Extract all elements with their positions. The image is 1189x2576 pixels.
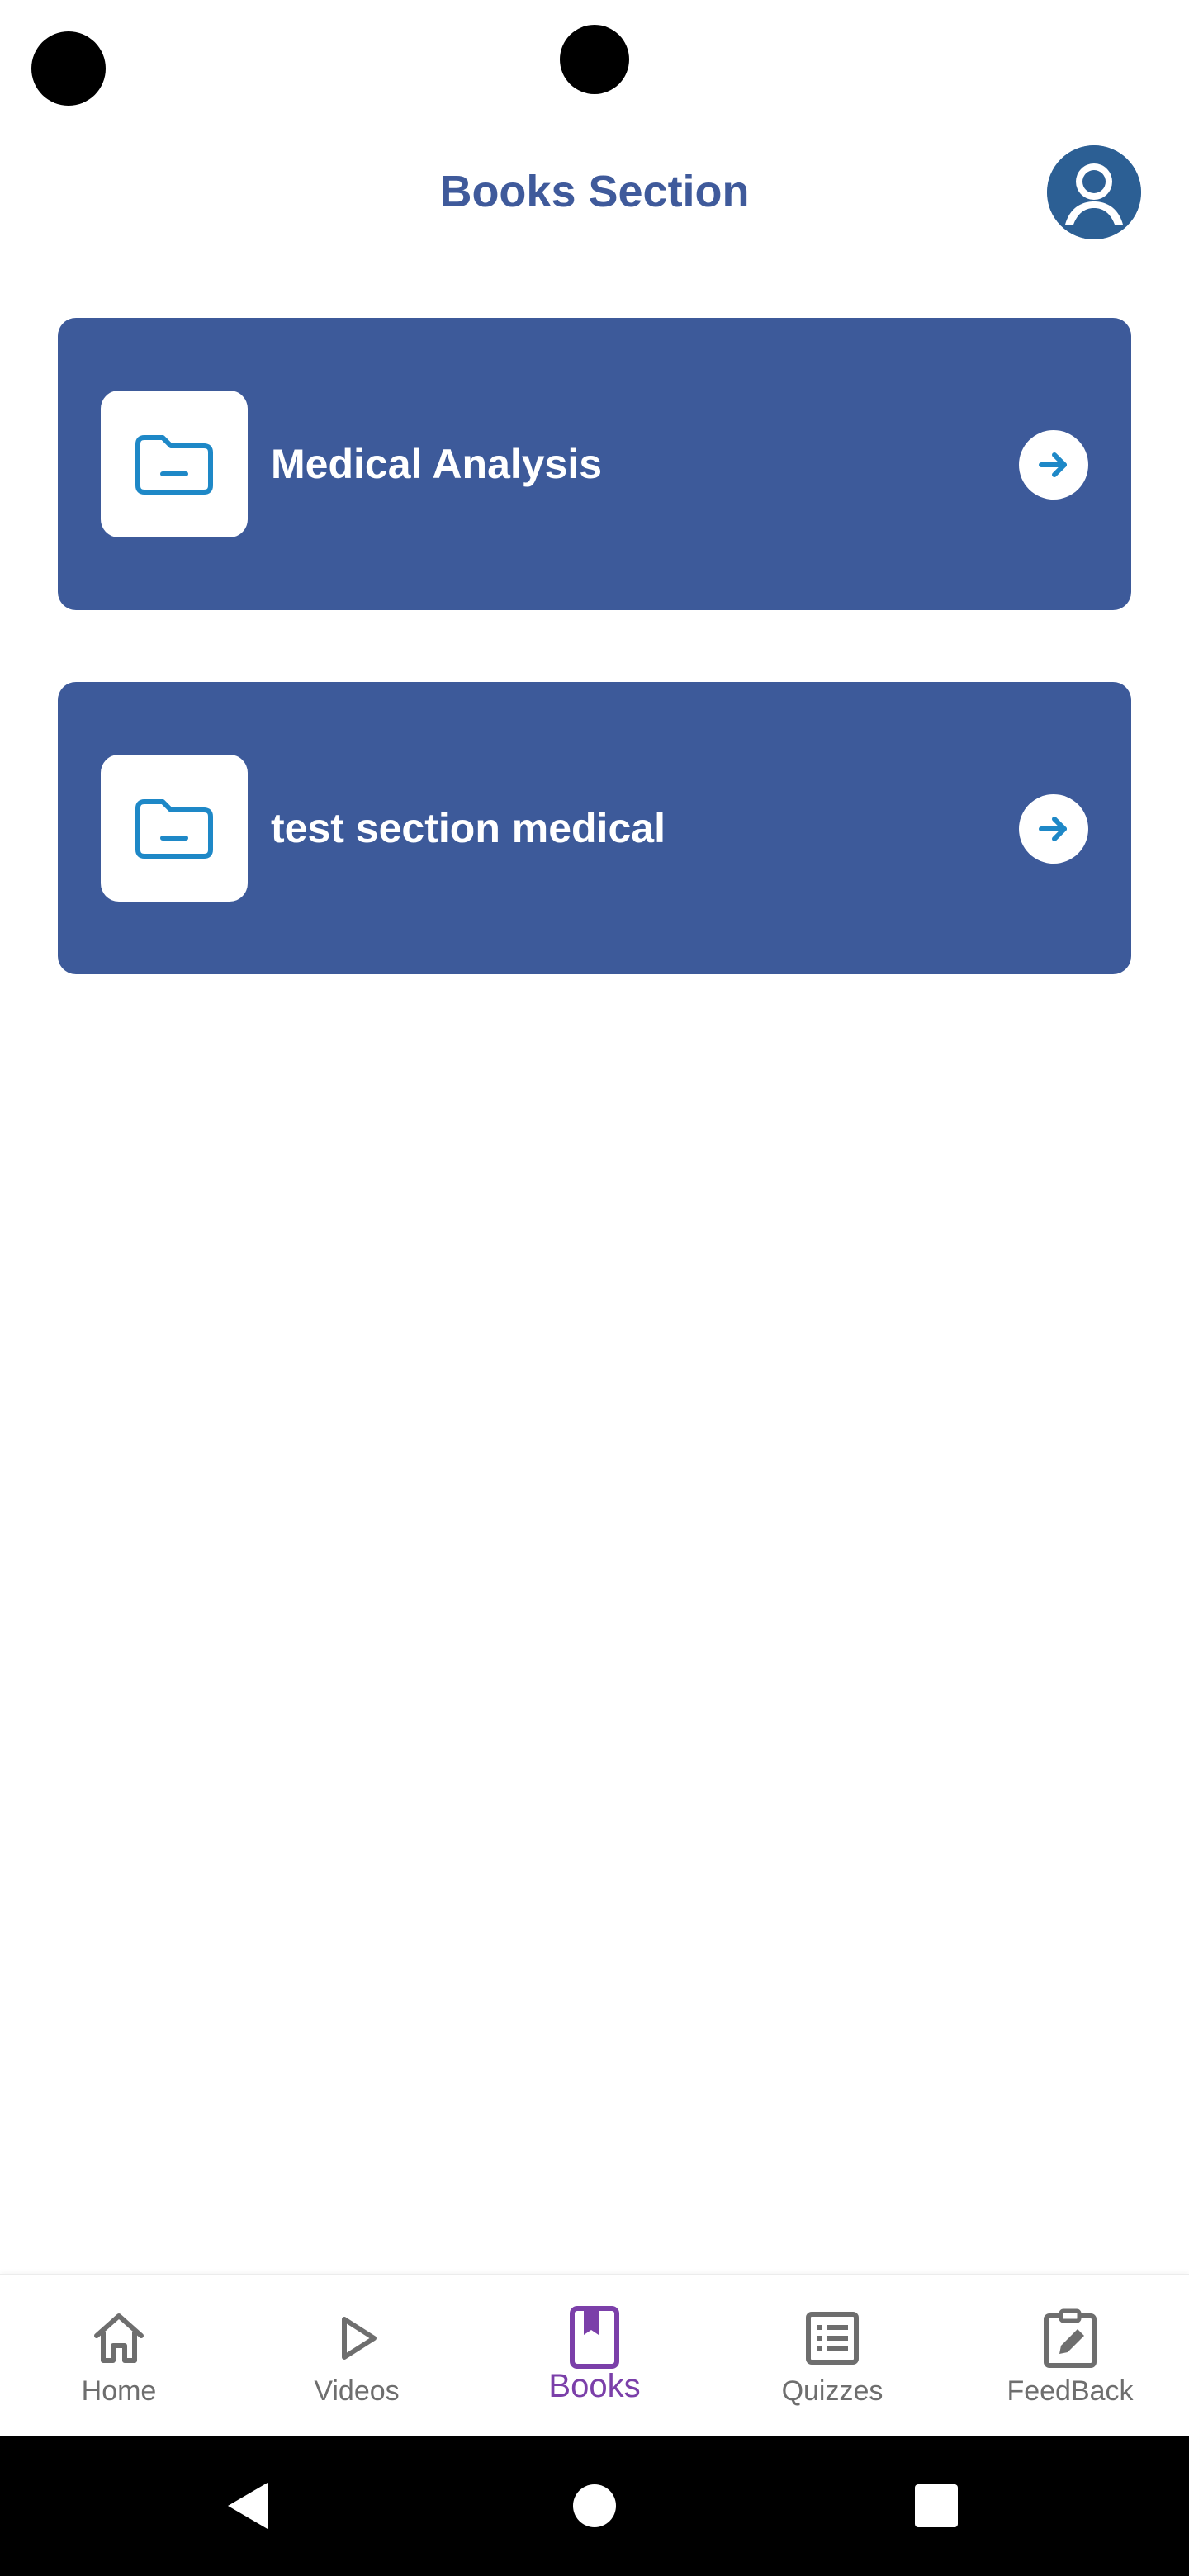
section-card-test-section-medical[interactable]: test section medical — [58, 682, 1131, 974]
section-label: Medical Analysis — [271, 441, 603, 487]
section-label: test section medical — [271, 805, 666, 851]
user-avatar-icon[interactable] — [1047, 145, 1141, 239]
nav-label-home: Home — [81, 2375, 157, 2407]
camera-cutout-center — [560, 25, 629, 94]
nav-item-feedback[interactable]: FeedBack — [951, 2275, 1189, 2437]
edit-clipboard-icon — [1037, 2305, 1103, 2371]
page-title: Books Section — [439, 167, 750, 216]
book-icon — [561, 2305, 628, 2371]
arrow-right-circle-icon[interactable] — [1019, 430, 1088, 500]
books-screen: Books Section Medical Analysis test sect… — [0, 0, 1189, 2576]
nav-item-books[interactable]: Books — [476, 2275, 713, 2437]
nav-label-videos: Videos — [314, 2375, 400, 2407]
section-card-medical-analysis[interactable]: Medical Analysis — [58, 318, 1131, 610]
nav-label-books: Books — [548, 2368, 641, 2404]
arrow-right-circle-icon[interactable] — [1019, 794, 1088, 864]
nav-item-videos[interactable]: Videos — [238, 2275, 476, 2437]
bottom-navigation: Home Videos Books Quizzes FeedBack — [0, 2274, 1189, 2437]
camera-cutout-left — [31, 31, 106, 106]
home-icon — [86, 2305, 152, 2371]
folder-icon — [101, 391, 248, 537]
back-icon[interactable] — [198, 2436, 297, 2576]
list-icon — [799, 2305, 865, 2371]
play-icon — [324, 2305, 390, 2371]
home-circle-icon[interactable] — [545, 2436, 644, 2576]
nav-label-feedback: FeedBack — [1007, 2375, 1134, 2407]
folder-icon — [101, 755, 248, 902]
system-navigation-bar — [0, 2436, 1189, 2576]
nav-item-home[interactable]: Home — [0, 2275, 238, 2437]
nav-label-quizzes: Quizzes — [781, 2375, 883, 2407]
recents-square-icon[interactable] — [887, 2436, 986, 2576]
nav-item-quizzes[interactable]: Quizzes — [713, 2275, 951, 2437]
